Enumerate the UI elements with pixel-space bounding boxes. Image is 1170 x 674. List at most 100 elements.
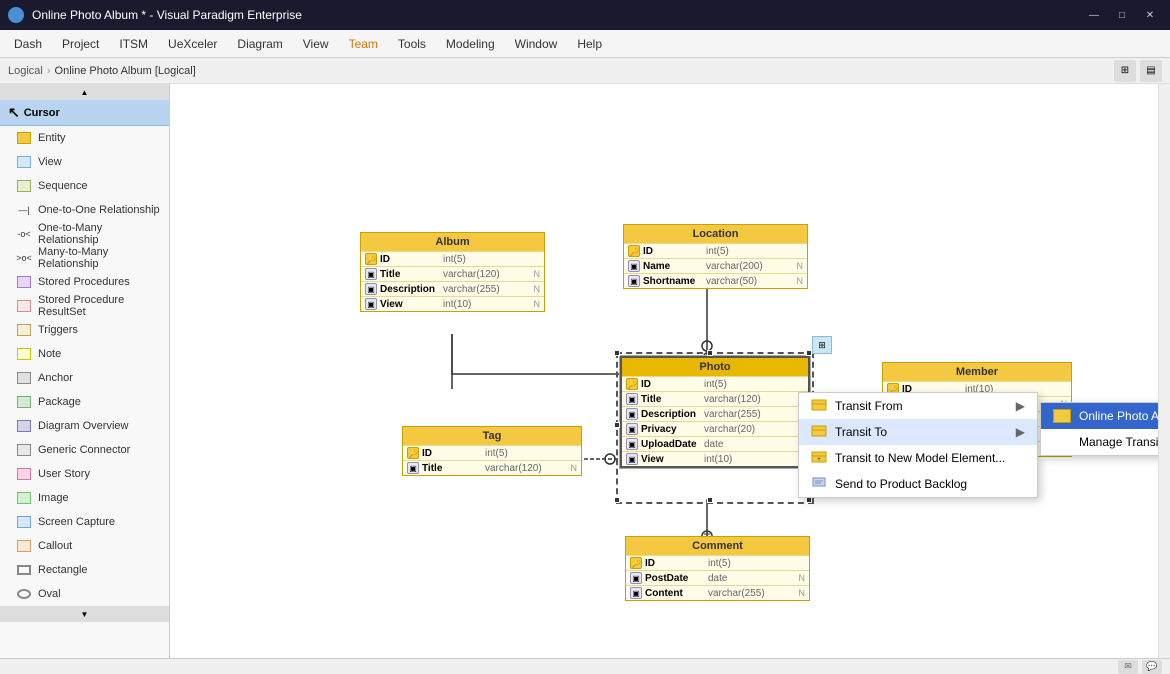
panel-item-view[interactable]: View bbox=[0, 150, 169, 174]
right-scrollbar[interactable] bbox=[1158, 84, 1170, 658]
minimize-button[interactable]: — bbox=[1082, 6, 1106, 24]
handle-tm[interactable] bbox=[707, 350, 713, 356]
panel-item-triggers[interactable]: Triggers bbox=[0, 318, 169, 342]
panel-item-callout[interactable]: Callout bbox=[0, 534, 169, 558]
table-photo-row-title: ▣ Title varchar(120) N bbox=[622, 391, 808, 406]
bottom-icons: ✉ 💬 bbox=[1118, 660, 1162, 674]
breadcrumb-arrow: › bbox=[47, 65, 51, 77]
panel-item-screen-capture[interactable]: Screen Capture bbox=[0, 510, 169, 534]
handle-bl[interactable] bbox=[614, 497, 620, 503]
menu-window[interactable]: Window bbox=[505, 33, 568, 55]
panel-label-trigger: Triggers bbox=[38, 324, 78, 336]
panel-item-user-story[interactable]: User Story bbox=[0, 462, 169, 486]
col-icon: ▣ bbox=[626, 453, 638, 465]
pk-icon: 🔑 bbox=[407, 447, 419, 459]
view-icon bbox=[16, 154, 32, 170]
panel-item-anchor[interactable]: Anchor bbox=[0, 366, 169, 390]
panel-item-stored-procedures[interactable]: Stored Procedures bbox=[0, 270, 169, 294]
handle-tl[interactable] bbox=[614, 350, 620, 356]
menu-help[interactable]: Help bbox=[567, 33, 612, 55]
menu-tools[interactable]: Tools bbox=[388, 33, 436, 55]
menu-project[interactable]: Project bbox=[52, 33, 109, 55]
note-icon bbox=[16, 346, 32, 362]
ctx-arrow-transit-to: ▶ bbox=[1016, 425, 1025, 439]
pk-icon: 🔑 bbox=[630, 557, 642, 569]
submenu-opa-physical[interactable]: Online Photo Album [Physical].Photo bbox=[1041, 403, 1158, 429]
table-photo-row-id: 🔑 ID int(5) bbox=[622, 376, 808, 391]
breadcrumb-grid-icon[interactable]: ⊞ bbox=[1114, 60, 1136, 82]
table-photo-row-privacy: ▣ Privacy varchar(20) N bbox=[622, 421, 808, 436]
trigger-icon bbox=[16, 322, 32, 338]
sp-icon bbox=[16, 274, 32, 290]
panel-item-package[interactable]: Package bbox=[0, 390, 169, 414]
panel-label-sp: Stored Procedures bbox=[38, 276, 130, 288]
panel-item-image[interactable]: Image bbox=[0, 486, 169, 510]
panel-label-entity: Entity bbox=[38, 132, 66, 144]
cursor-label: Cursor bbox=[24, 107, 60, 119]
handle-ml[interactable] bbox=[614, 422, 620, 428]
context-menu: Transit From ▶ Transit To ▶ bbox=[798, 392, 1038, 498]
ctx-transit-from[interactable]: Transit From ▶ bbox=[799, 393, 1037, 419]
close-button[interactable]: ✕ bbox=[1138, 6, 1162, 24]
panel-item-entity[interactable]: Entity bbox=[0, 126, 169, 150]
chat-status-icon[interactable]: 💬 bbox=[1142, 660, 1162, 674]
panel-item-note[interactable]: Note bbox=[0, 342, 169, 366]
table-location-header: Location bbox=[624, 225, 807, 243]
panel-label-anchor: Anchor bbox=[38, 372, 73, 384]
col-icon: ▣ bbox=[626, 423, 638, 435]
panel-label-diagram-overview: Diagram Overview bbox=[38, 420, 128, 432]
panel-item-diagram-overview[interactable]: Diagram Overview bbox=[0, 414, 169, 438]
email-status-icon[interactable]: ✉ bbox=[1118, 660, 1138, 674]
table-comment-row-content: ▣ Content varchar(255) N bbox=[626, 585, 809, 600]
panel-scroll-up[interactable]: ▲ bbox=[0, 84, 169, 100]
table-location[interactable]: Location 🔑 ID int(5) ▣ Name varchar(200)… bbox=[623, 224, 808, 289]
menu-view[interactable]: View bbox=[293, 33, 339, 55]
user-story-icon bbox=[16, 466, 32, 482]
menu-team[interactable]: Team bbox=[339, 33, 388, 55]
many-to-many-icon: >o< bbox=[16, 250, 32, 266]
panel-item-sp-resultset[interactable]: Stored Procedure ResultSet bbox=[0, 294, 169, 318]
panel-scroll-down[interactable]: ▼ bbox=[0, 606, 169, 622]
ctx-send-backlog[interactable]: Send to Product Backlog bbox=[799, 471, 1037, 497]
cursor-header: ↖ Cursor bbox=[0, 100, 169, 126]
submenu-manage-transit[interactable]: Manage Transit To... bbox=[1041, 429, 1158, 455]
table-tag[interactable]: Tag 🔑 ID int(5) ▣ Title varchar(120) N bbox=[402, 426, 582, 476]
menu-dash[interactable]: Dash bbox=[4, 33, 52, 55]
breadcrumb-icons: ⊞ ▤ bbox=[1114, 60, 1162, 82]
col-icon: ▣ bbox=[365, 298, 377, 310]
diagram-area[interactable]: Album 🔑 ID int(5) ▣ Title varchar(120) N… bbox=[170, 84, 1158, 658]
panel-item-one-to-one[interactable]: —| One-to-One Relationship bbox=[0, 198, 169, 222]
panel-label-sp-result: Stored Procedure ResultSet bbox=[38, 294, 161, 318]
menu-modeling[interactable]: Modeling bbox=[436, 33, 505, 55]
breadcrumb-layout-icon[interactable]: ▤ bbox=[1140, 60, 1162, 82]
table-album-header: Album bbox=[361, 233, 544, 251]
panel-item-many-to-many[interactable]: >o< Many-to-Many Relationship bbox=[0, 246, 169, 270]
panel-item-sequence[interactable]: Sequence bbox=[0, 174, 169, 198]
anchor-icon bbox=[16, 370, 32, 386]
generic-connector-icon bbox=[16, 442, 32, 458]
table-photo[interactable]: Photo 🔑 ID int(5) ▣ Title varchar(120) N… bbox=[620, 356, 810, 468]
ctx-transit-new[interactable]: + Transit to New Model Element... bbox=[799, 445, 1037, 471]
maximize-button[interactable]: □ bbox=[1110, 6, 1134, 24]
table-tag-header: Tag bbox=[403, 427, 581, 445]
panel-item-oval[interactable]: Oval bbox=[0, 582, 169, 606]
callout-icon bbox=[16, 538, 32, 554]
panel-item-rectangle[interactable]: Rectangle bbox=[0, 558, 169, 582]
table-comment[interactable]: Comment 🔑 ID int(5) ▣ PostDate date N ▣ … bbox=[625, 536, 810, 601]
table-location-row-name: ▣ Name varchar(200) N bbox=[624, 258, 807, 273]
handle-bm[interactable] bbox=[707, 497, 713, 503]
transit-indicator: ⊞ bbox=[812, 336, 832, 354]
menu-itsm[interactable]: ITSM bbox=[109, 33, 158, 55]
panel-item-generic-connector[interactable]: Generic Connector bbox=[0, 438, 169, 462]
menu-uexceler[interactable]: UeXceler bbox=[158, 33, 227, 55]
ctx-transit-to[interactable]: Transit To ▶ bbox=[799, 419, 1037, 445]
breadcrumb-logical[interactable]: Logical bbox=[8, 65, 43, 77]
col-icon: ▣ bbox=[628, 260, 640, 272]
table-album[interactable]: Album 🔑 ID int(5) ▣ Title varchar(120) N… bbox=[360, 232, 545, 312]
table-location-row-id: 🔑 ID int(5) bbox=[624, 243, 807, 258]
ctx-send-backlog-label: Send to Product Backlog bbox=[835, 477, 967, 491]
col-icon: ▣ bbox=[626, 408, 638, 420]
menu-diagram[interactable]: Diagram bbox=[227, 33, 292, 55]
panel-item-one-to-many[interactable]: -o< One-to-Many Relationship bbox=[0, 222, 169, 246]
sm-table-icon bbox=[1053, 409, 1071, 423]
